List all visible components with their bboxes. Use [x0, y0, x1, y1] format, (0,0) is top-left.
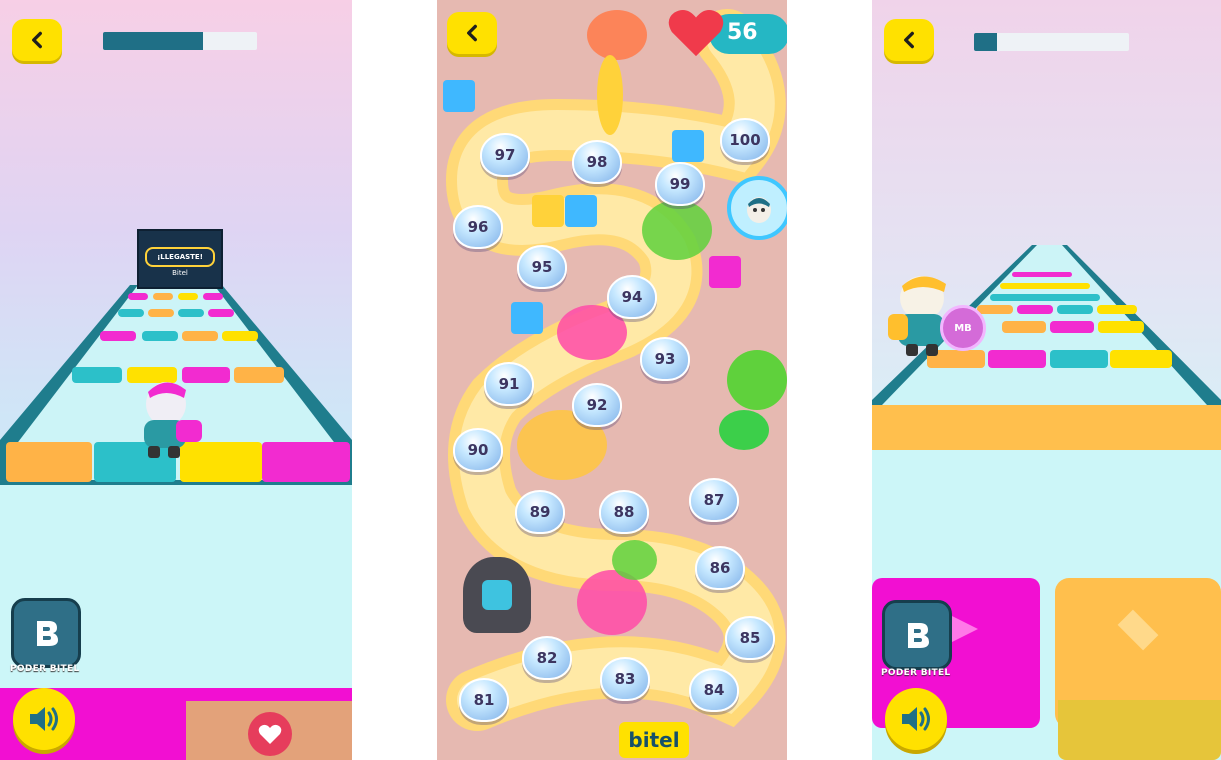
track-tile [977, 305, 1013, 314]
track-tile [1012, 272, 1072, 277]
big-tile-yellow-edge [1058, 700, 1221, 760]
track-tile [222, 331, 258, 341]
level-node-99[interactable]: 99 [655, 162, 705, 206]
track-tile [1050, 350, 1108, 368]
bitel-logo: bitel [619, 722, 689, 758]
level-node-81[interactable]: 81 [459, 678, 509, 722]
track-tile [148, 309, 174, 317]
decor-cube [511, 302, 543, 334]
level-progress-bar [103, 32, 257, 50]
decor-cube [443, 80, 475, 112]
track-tile [203, 293, 223, 300]
lives-count: 56 [727, 20, 758, 45]
poder-bitel-button[interactable] [11, 598, 81, 668]
level-node-93[interactable]: 93 [640, 337, 690, 381]
track-tile [182, 331, 218, 341]
lives-counter: 56 [668, 9, 787, 57]
back-icon [32, 31, 42, 49]
track-tile [234, 367, 284, 383]
track-tile [262, 442, 350, 482]
level-node-92[interactable]: 92 [572, 383, 622, 427]
tile-arrow [952, 616, 978, 642]
decor-cube [532, 195, 564, 227]
track-tile [1098, 321, 1144, 333]
decor-cube [565, 195, 597, 227]
track-tile [142, 331, 178, 341]
left-game-screen: ¡LLEGASTE! Bitel PODER BITEL [0, 0, 352, 760]
paint-splat [587, 10, 647, 60]
decor-tree [597, 55, 623, 135]
level-node-91[interactable]: 91 [484, 362, 534, 406]
track-tile [988, 350, 1046, 368]
track-tile [178, 309, 204, 317]
track-tile [1050, 321, 1094, 333]
bitel-b-icon [37, 621, 58, 646]
level-node-94[interactable]: 94 [607, 275, 657, 319]
track-tile [118, 309, 144, 317]
track-tile [6, 442, 92, 482]
rock-logo [482, 580, 512, 610]
back-button[interactable] [884, 19, 934, 61]
track-tile [1000, 283, 1090, 289]
right-game-screen: MB PODER BITEL [872, 0, 1221, 760]
decor-tree [719, 410, 769, 450]
level-node-89[interactable]: 89 [515, 490, 565, 534]
level-map-screen: 81 82 83 84 85 86 87 88 89 90 91 92 93 9… [437, 0, 787, 760]
level-node-83[interactable]: 83 [600, 657, 650, 701]
level-node-95[interactable]: 95 [517, 245, 567, 289]
track-tile [153, 293, 173, 300]
level-node-87[interactable]: 87 [689, 478, 739, 522]
data-bonus-coin: MB [940, 305, 986, 351]
bitel-b-icon [908, 623, 929, 648]
level-node-84[interactable]: 84 [689, 668, 739, 712]
speaker-icon [902, 707, 930, 731]
back-icon [904, 31, 914, 49]
avatar-icon [747, 197, 771, 223]
heart-icon [668, 9, 724, 57]
decor-cube [709, 256, 741, 288]
heart-icon [258, 724, 282, 744]
player-marker [727, 176, 787, 240]
back-icon [467, 24, 477, 42]
data-bonus-label: MB [954, 322, 972, 334]
track-tile [1057, 305, 1093, 314]
player-character [144, 382, 202, 458]
level-node-86[interactable]: 86 [695, 546, 745, 590]
level-node-96[interactable]: 96 [453, 205, 503, 249]
track-tile [100, 331, 136, 341]
poder-bitel-label: PODER BITEL [10, 664, 80, 674]
back-button[interactable] [447, 12, 497, 54]
track-tile [128, 293, 148, 300]
track-tile [1097, 305, 1137, 314]
decor-tree [727, 350, 787, 410]
level-node-98[interactable]: 98 [572, 140, 622, 184]
level-progress-bar [974, 33, 1129, 51]
paint-splat [612, 540, 657, 580]
sound-button[interactable] [885, 688, 947, 750]
level-node-90[interactable]: 90 [453, 428, 503, 472]
poder-bitel-button[interactable] [882, 600, 952, 670]
level-node-100[interactable]: 100 [720, 118, 770, 162]
level-node-82[interactable]: 82 [522, 636, 572, 680]
level-node-85[interactable]: 85 [725, 616, 775, 660]
poder-bitel-label: PODER BITEL [881, 668, 951, 678]
track-tile [1017, 305, 1053, 314]
finish-brand: Bitel [172, 269, 188, 277]
track-tile [72, 367, 122, 383]
paint-splat [642, 200, 712, 260]
back-button[interactable] [12, 19, 62, 61]
track-tile [990, 294, 1100, 301]
level-node-97[interactable]: 97 [480, 133, 530, 177]
sound-button[interactable] [13, 688, 75, 750]
heart-button[interactable] [248, 712, 292, 756]
track-tile [178, 293, 198, 300]
decor-cube [672, 130, 704, 162]
level-node-88[interactable]: 88 [599, 490, 649, 534]
track-tile [208, 309, 234, 317]
finish-sign: ¡LLEGASTE! Bitel [137, 229, 223, 289]
speaker-icon [30, 707, 58, 731]
finish-title: ¡LLEGASTE! [157, 253, 203, 261]
track-tile [1002, 321, 1046, 333]
track-tile [1110, 350, 1172, 368]
